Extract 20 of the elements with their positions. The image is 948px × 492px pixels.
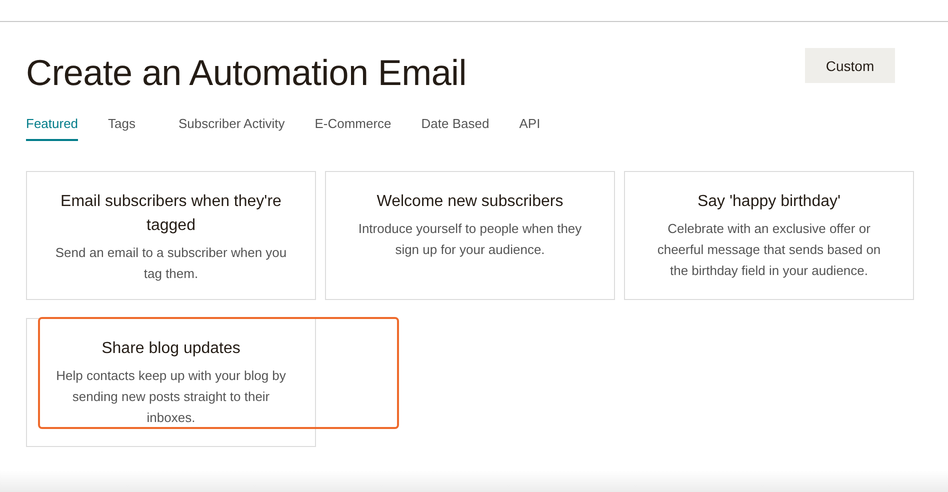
card-title: Welcome new subscribers: [376, 192, 564, 212]
tab[interactable]: Date Based: [421, 116, 490, 141]
tab[interactable]: Featured: [26, 116, 78, 141]
automation-card[interactable]: Say 'happy birthday' Celebrate with an exclusive offer or cheerful message that sends based on the birthday field in your audience.: [624, 171, 914, 300]
card-title: Email subscribers when they're tagged: [60, 192, 282, 236]
tab[interactable]: Subscriber Activity: [178, 116, 285, 141]
page-title: Create an Automation Email: [26, 52, 466, 94]
card-title: Share blog updates: [100, 339, 242, 359]
automation-card[interactable]: Share blog updates Help contacts keep up with your blog by sending new posts straight to their inboxes.: [26, 318, 316, 447]
tab[interactable]: API: [519, 116, 540, 141]
tab[interactable]: Tags: [108, 116, 136, 141]
card-description: Celebrate with an exclusive offer or cheerful message that sends based on the birthday field in your audience.: [656, 220, 882, 280]
automation-card[interactable]: Email subscribers when they're tagged Send an email to a subscriber when you tag them.: [26, 171, 316, 300]
automation-card[interactable]: Welcome new subscribers Introduce yourself to people when they sign up for your audience.: [325, 171, 615, 300]
card-description: Introduce yourself to people when they sign up for your audience.: [357, 220, 583, 259]
tab[interactable]: E-Commerce: [314, 116, 392, 141]
card-title: Say 'happy birthday': [696, 192, 842, 212]
card-description: Send an email to a subscriber when you tag them.: [54, 244, 288, 283]
card-description: Help contacts keep up with your blog by sending new posts straight to their inboxes.: [55, 367, 287, 427]
custom-button[interactable]: Custom: [805, 48, 895, 83]
